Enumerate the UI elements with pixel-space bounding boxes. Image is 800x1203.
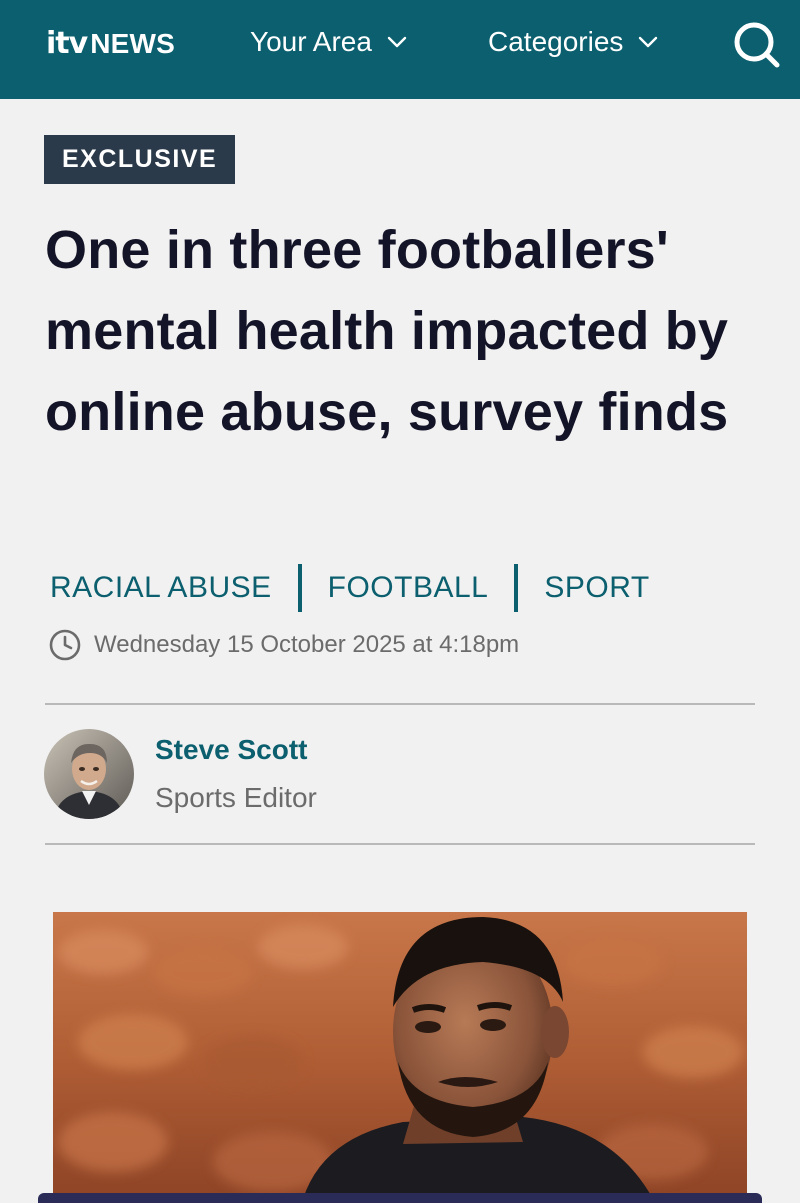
bottom-bar	[38, 1193, 762, 1203]
tag-football[interactable]: FOOTBALL	[328, 571, 489, 605]
publish-date: Wednesday 15 October 2025 at 4:18pm	[48, 627, 519, 663]
tag-racial-abuse[interactable]: RACIAL ABUSE	[50, 571, 272, 605]
nav-categories[interactable]: Categories	[488, 26, 659, 58]
author-photo	[44, 729, 134, 819]
divider	[45, 843, 755, 845]
nav-categories-label: Categories	[488, 26, 624, 57]
top-nav-bar: itv NEWS Your Area Categories	[0, 0, 800, 99]
article-tags: RACIAL ABUSE FOOTBALL SPORT	[50, 563, 650, 613]
chevron-down-icon	[387, 36, 407, 48]
divider	[45, 703, 755, 705]
author-avatar[interactable]	[44, 729, 134, 819]
publish-date-text: Wednesday 15 October 2025 at 4:18pm	[94, 631, 520, 658]
author-role: Sports Editor	[155, 782, 317, 813]
exclusive-badge: EXCLUSIVE	[44, 135, 236, 184]
search-icon[interactable]	[730, 18, 782, 70]
itv-news-logo[interactable]: itv NEWS	[46, 26, 175, 62]
hero-photo-footballer	[53, 912, 747, 1199]
nav-your-area[interactable]: Your Area	[250, 26, 408, 58]
nav-your-area-label: Your Area	[250, 26, 372, 57]
logo-news-text: NEWS	[90, 28, 175, 59]
author-name[interactable]: Steve Scott	[155, 734, 308, 766]
tag-divider	[297, 564, 302, 612]
logo-itv-text: itv	[46, 26, 88, 61]
tag-sport[interactable]: SPORT	[544, 571, 649, 605]
clock-icon	[49, 629, 81, 661]
tag-divider	[514, 564, 519, 612]
article-headline: One in three footballers' mental health …	[45, 220, 729, 442]
article-hero-image	[53, 912, 747, 1199]
chevron-down-icon	[639, 36, 658, 48]
